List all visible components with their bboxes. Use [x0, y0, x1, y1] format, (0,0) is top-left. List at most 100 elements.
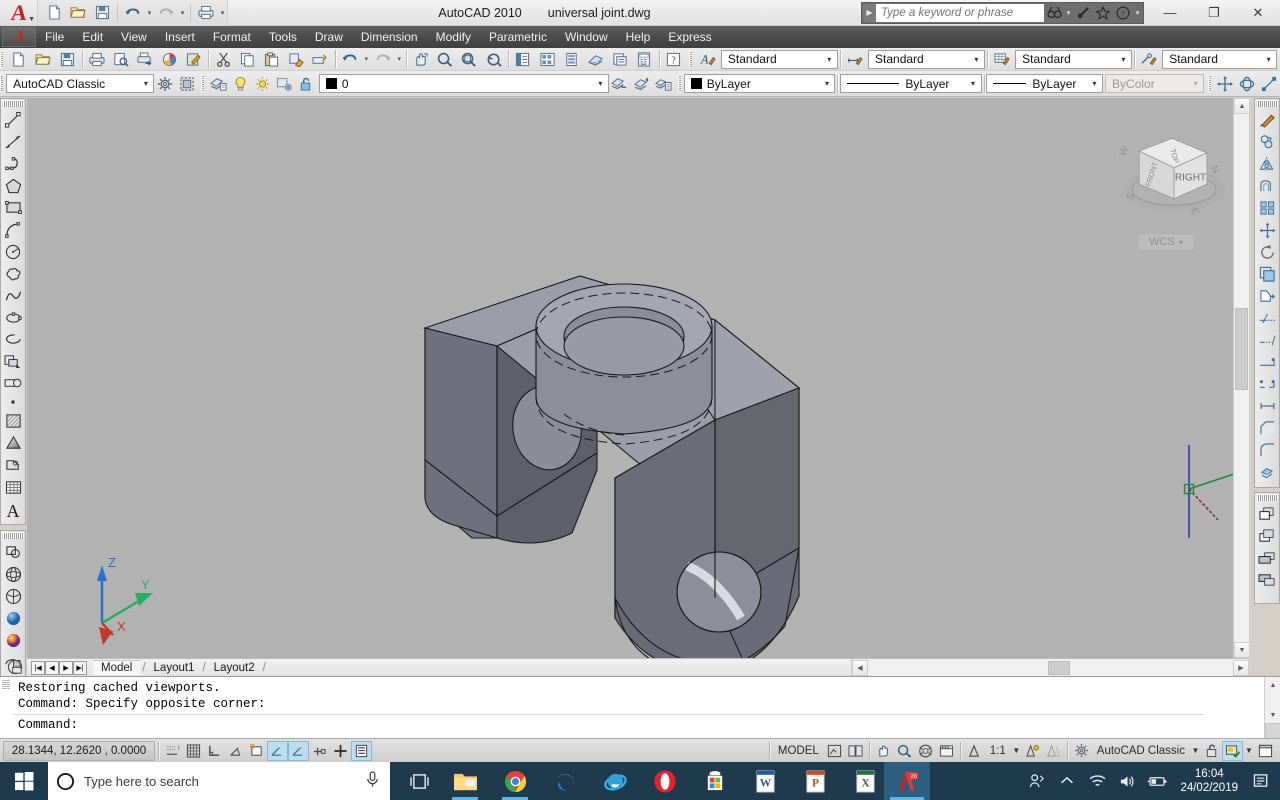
workspace-switch-icon[interactable]	[1071, 741, 1092, 761]
scroll-right-button[interactable]: ▶	[1233, 659, 1249, 676]
drawing-window-menu-icon[interactable]	[4, 658, 26, 676]
redo-icon[interactable]	[371, 49, 395, 70]
break-icon[interactable]	[1256, 373, 1279, 395]
new-icon[interactable]	[7, 49, 31, 70]
table-icon[interactable]	[2, 476, 25, 498]
wcs-selector[interactable]: WCS ▾	[1138, 234, 1194, 250]
annotation-visibility-icon[interactable]	[1022, 741, 1043, 761]
layer-match-icon[interactable]	[653, 73, 675, 94]
move-icon[interactable]	[1256, 219, 1279, 241]
lightbulb-on-icon[interactable]	[229, 73, 251, 94]
send-to-back-icon[interactable]	[1256, 525, 1279, 547]
file-explorer-icon[interactable]	[442, 762, 488, 800]
multileader-style-combo[interactable]: Standard ▾	[1162, 49, 1278, 69]
annotation-scale-icon[interactable]	[964, 741, 985, 761]
space-indicator[interactable]: MODEL	[773, 745, 824, 757]
zoom-realtime-icon[interactable]	[433, 49, 457, 70]
redo-icon[interactable]	[154, 2, 178, 24]
unlock-icon[interactable]	[295, 73, 317, 94]
plot-icon[interactable]	[194, 2, 218, 24]
markup-set-icon[interactable]	[608, 49, 632, 70]
bring-to-front-icon[interactable]	[1256, 503, 1279, 525]
viewport-vertical-scrollbar[interactable]: ▲ ▼	[1233, 98, 1249, 658]
designcenter-icon[interactable]	[535, 49, 559, 70]
menu-item-help[interactable]: Help	[617, 28, 660, 46]
microsoft-powerpoint-icon[interactable]: P	[792, 762, 838, 800]
zoom-previous-icon[interactable]	[482, 49, 506, 70]
chevron-down-icon[interactable]: ▾	[1116, 51, 1131, 68]
redo-dropdown-icon[interactable]: ▾	[178, 9, 187, 17]
bring-above-icon[interactable]	[1256, 547, 1279, 569]
drawing-viewport[interactable]: Z Y X RIGHT TOP FRONT N E S W WCS ▾ ▲ ▼	[27, 98, 1249, 658]
offset-icon[interactable]	[1256, 175, 1279, 197]
menu-item-dimension[interactable]: Dimension	[352, 28, 427, 46]
network-icon[interactable]	[1082, 762, 1112, 800]
pan-icon[interactable]	[873, 741, 894, 761]
auto-scale-icon[interactable]	[1043, 741, 1064, 761]
first-tab-icon[interactable]: |◀	[31, 660, 45, 675]
command-prompt[interactable]: Command:	[18, 718, 78, 732]
table-style-icon[interactable]	[990, 49, 1014, 70]
viewcube-right-label[interactable]: RIGHT	[1175, 173, 1206, 184]
extend-icon[interactable]	[1256, 329, 1279, 351]
sphere-solid-icon[interactable]	[2, 607, 25, 629]
properties-icon[interactable]	[511, 49, 535, 70]
showmotion-icon[interactable]	[936, 741, 957, 761]
scroll-thumb[interactable]	[1265, 723, 1280, 739]
chevron-down-icon[interactable]: ▾	[819, 75, 834, 92]
lineweight-combo[interactable]: ByLayer ▾	[986, 74, 1104, 93]
chevron-down-icon[interactable]: ▼	[1243, 741, 1255, 761]
plot-preview-icon[interactable]	[109, 49, 133, 70]
chevron-down-icon[interactable]: ▾	[966, 75, 981, 92]
explode-icon[interactable]	[1256, 461, 1279, 483]
battery-icon[interactable]	[1142, 762, 1172, 800]
communication-center-icon[interactable]	[1073, 4, 1093, 22]
polygon-icon[interactable]	[2, 175, 25, 197]
chevron-down-icon[interactable]: ▾	[1179, 238, 1183, 247]
quick-view-layouts-icon[interactable]	[845, 741, 866, 761]
application-menu-button[interactable]: A ▼	[0, 0, 38, 26]
last-tab-icon[interactable]: ▶|	[73, 660, 87, 675]
rectangle-icon[interactable]	[2, 197, 25, 219]
command-window-scrollbar[interactable]: ▲ ▼	[1264, 677, 1280, 739]
circle-icon[interactable]	[2, 241, 25, 263]
menu-item-edit[interactable]: Edit	[73, 28, 112, 46]
menu-item-draw[interactable]: Draw	[306, 28, 352, 46]
hardware-acceleration-icon[interactable]	[1222, 740, 1243, 761]
tab-layout1[interactable]: Layout1	[148, 661, 201, 675]
allow-ucs-icon[interactable]	[309, 741, 330, 761]
gradient-icon[interactable]	[2, 432, 25, 454]
prev-tab-icon[interactable]: ◀	[45, 660, 59, 675]
spline-icon[interactable]	[2, 285, 25, 307]
search-dropdown-icon[interactable]: ▾	[1064, 9, 1073, 17]
copy-object-icon[interactable]	[1256, 131, 1279, 153]
taskbar-clock[interactable]: 16:04 24/02/2019	[1172, 767, 1246, 795]
command-window-grip[interactable]	[2, 680, 10, 690]
toolbar-grip[interactable]	[2, 532, 24, 539]
array-icon[interactable]	[1256, 197, 1279, 219]
object-snap-tracking-icon[interactable]	[288, 740, 309, 761]
scroll-left-button[interactable]: ◀	[852, 659, 868, 676]
ellipse-icon[interactable]	[2, 307, 25, 329]
microsoft-store-icon[interactable]	[692, 762, 738, 800]
scale-icon[interactable]	[1256, 263, 1279, 285]
mirror-icon[interactable]	[1256, 153, 1279, 175]
match-properties-icon[interactable]	[284, 49, 308, 70]
ortho-mode-icon[interactable]	[204, 741, 225, 761]
menu-item-express[interactable]: Express	[659, 28, 720, 46]
arc-icon[interactable]	[2, 219, 25, 241]
text-style-icon[interactable]: A	[696, 49, 720, 70]
rotate-gizmo-icon[interactable]	[1236, 73, 1258, 94]
chevron-down-icon[interactable]: ▾	[969, 51, 984, 68]
undo-icon[interactable]	[338, 49, 362, 70]
multiline-text-icon[interactable]: A	[2, 498, 25, 524]
steering-wheel-icon[interactable]	[915, 741, 936, 761]
3dprint-icon[interactable]	[158, 49, 182, 70]
layer-combo[interactable]: 0 ▾	[318, 74, 609, 93]
dimension-style-combo[interactable]: Standard ▾	[868, 49, 985, 69]
block-editor-icon[interactable]	[308, 49, 332, 70]
scroll-up-button[interactable]: ▲	[1234, 98, 1249, 114]
windows-start-icon[interactable]	[0, 762, 48, 800]
snap-mode-icon[interactable]: i	[162, 741, 183, 761]
scroll-thumb[interactable]	[1235, 308, 1248, 390]
